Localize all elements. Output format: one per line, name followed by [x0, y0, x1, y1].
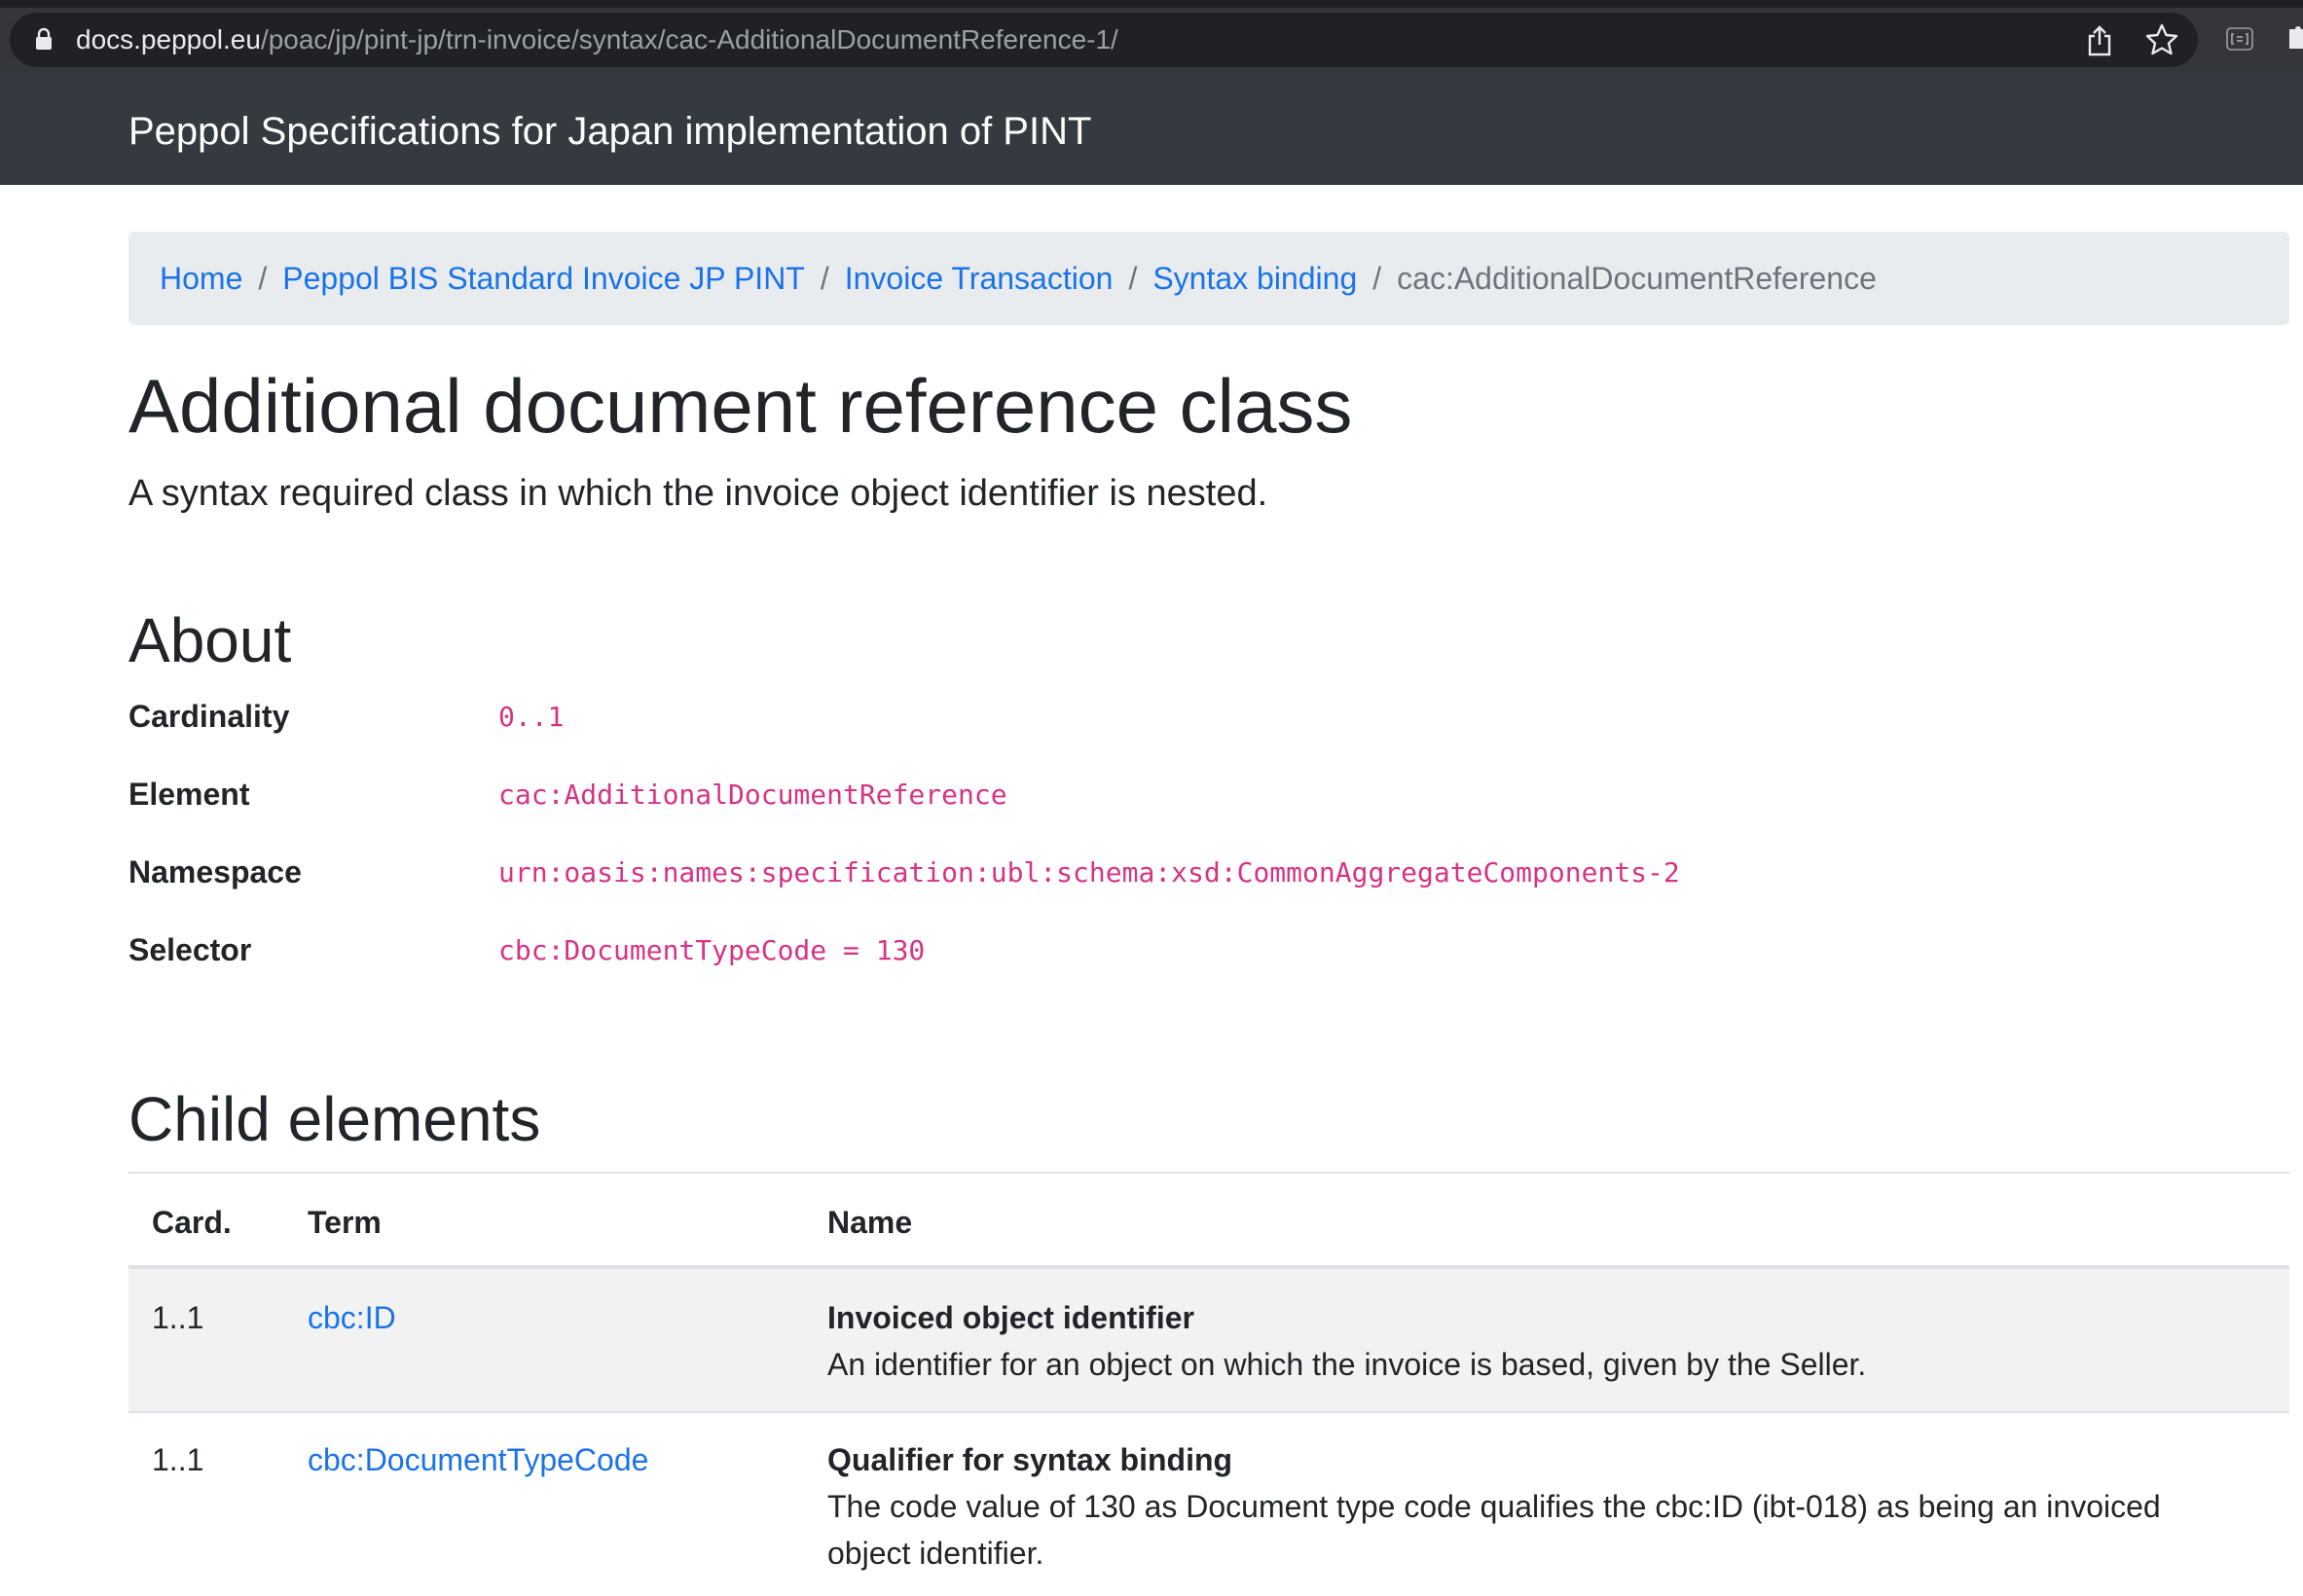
tab-strip-edge: [0, 0, 2303, 8]
table-top-border: [128, 1172, 2289, 1174]
child-elements-heading: Child elements: [128, 1084, 541, 1154]
site-brand[interactable]: Peppol Specifications for Japan implemen…: [128, 107, 1091, 156]
puzzle-icon[interactable]: [2285, 23, 2303, 53]
url-host: docs.peppol.eu: [76, 24, 261, 54]
selector-value: cbc:DocumentTypeCode = 130: [498, 934, 926, 966]
column-header-card: Card.: [152, 1205, 232, 1240]
row-term-link[interactable]: cbc:DocumentTypeCode: [308, 1436, 648, 1483]
column-header-name: Name: [827, 1205, 913, 1240]
row-card: 1..1: [152, 1442, 204, 1477]
star-icon[interactable]: [2145, 23, 2178, 56]
namespace-value: urn:oasis:names:specification:ubl:schema…: [498, 856, 1680, 889]
namespace-label: Namespace: [128, 854, 302, 889]
element-value: cac:AdditionalDocumentReference: [498, 779, 1007, 811]
selector-label: Selector: [128, 932, 252, 967]
breadcrumb-separator: /: [258, 260, 268, 296]
table-row: [128, 1269, 2289, 1411]
table-row-border: [128, 1411, 2289, 1413]
breadcrumb-separator: /: [820, 260, 829, 296]
breadcrumb-home[interactable]: Home: [160, 261, 242, 297]
row-description: The code value of 130 as Document type c…: [827, 1489, 2161, 1524]
breadcrumb-invoice-transaction[interactable]: Invoice Transaction: [845, 261, 1114, 297]
breadcrumb-jp-pint[interactable]: Peppol BIS Standard Invoice JP PINT: [282, 261, 805, 297]
url-path: /poac/jp/pint-jp/trn-invoice/syntax/cac-…: [260, 24, 1118, 54]
row-card: 1..1: [152, 1300, 204, 1335]
lock-icon[interactable]: [35, 27, 53, 51]
row-description-continued: object identifier.: [827, 1536, 1044, 1571]
breadcrumb-separator: /: [1128, 260, 1138, 296]
row-description: An identifier for an object on which the…: [827, 1347, 1867, 1382]
column-header-term: Term: [308, 1205, 382, 1240]
breadcrumb-syntax-binding[interactable]: Syntax binding: [1152, 261, 1357, 297]
breadcrumb-separator: /: [1372, 260, 1382, 296]
browser-toolbar: docs.peppol.eu/poac/jp/pint-jp/trn-invoi…: [0, 0, 2303, 74]
row-name: Qualifier for syntax binding: [827, 1442, 1233, 1477]
about-heading: About: [128, 605, 292, 675]
row-term-link[interactable]: cbc:ID: [308, 1294, 396, 1341]
cardinality-value: 0..1: [498, 701, 565, 733]
breadcrumb: Home / Peppol BIS Standard Invoice JP PI…: [128, 232, 2289, 325]
extension-icon[interactable]: [2225, 26, 2254, 52]
row-name: Invoiced object identifier: [827, 1300, 1194, 1335]
cardinality-label: Cardinality: [128, 699, 290, 734]
share-icon[interactable]: [2085, 25, 2114, 56]
page-lead: A syntax required class in which the inv…: [128, 473, 1268, 514]
breadcrumb-current: cac:AdditionalDocumentReference: [1397, 260, 1877, 296]
element-label: Element: [128, 777, 250, 812]
address-url[interactable]: docs.peppol.eu/poac/jp/pint-jp/trn-invoi…: [76, 20, 1118, 59]
page-title: Additional document reference class: [128, 363, 1353, 449]
